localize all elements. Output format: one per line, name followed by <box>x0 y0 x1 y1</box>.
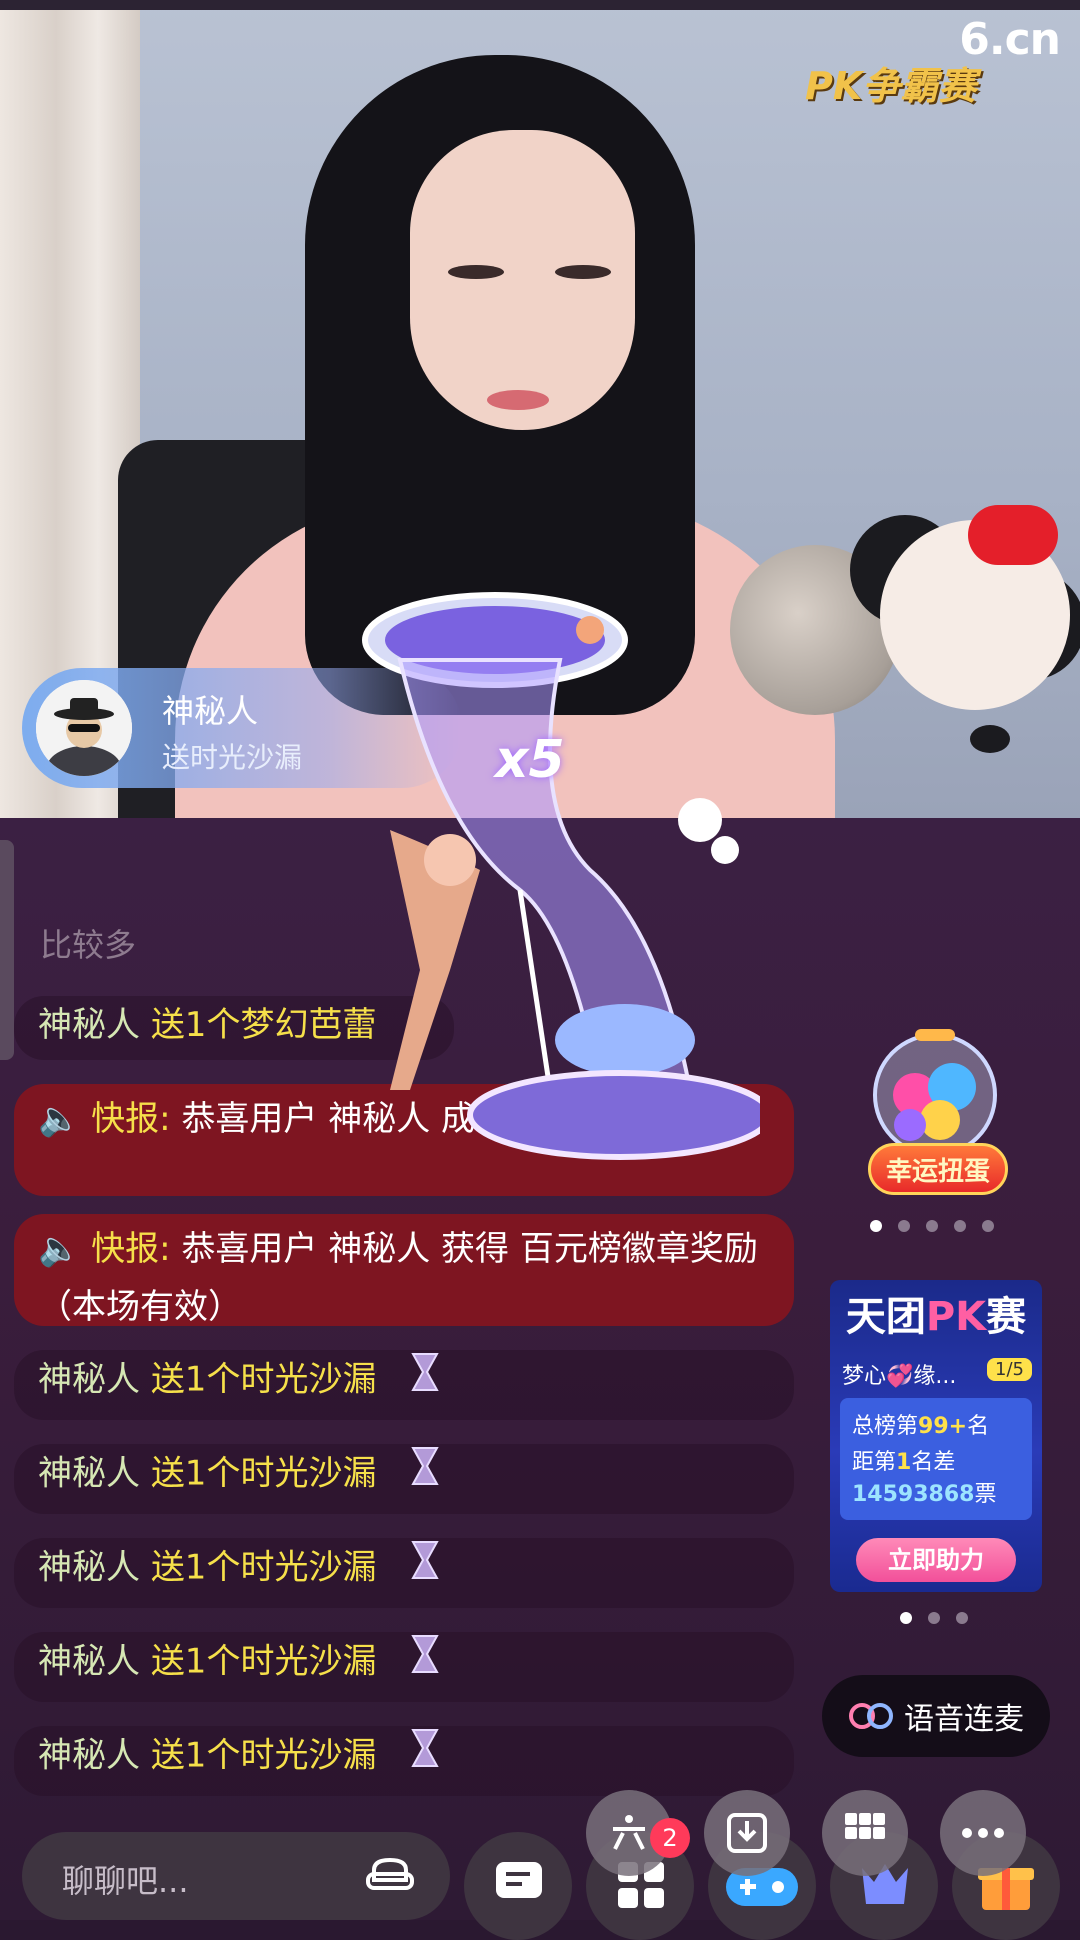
hourglass-gift-icon <box>405 1538 445 1600</box>
chat-message[interactable]: 神秘人 送1个时光沙漏 <box>14 1350 794 1420</box>
chat-input-placeholder: 聊聊吧... <box>62 1862 189 1900</box>
pager-dot <box>956 1612 968 1624</box>
pager-dot <box>898 1220 910 1232</box>
pk-votes-line: 14593868票 <box>852 1482 997 1507</box>
pk-page-indicator: 1/5 <box>987 1358 1032 1381</box>
download-button[interactable] <box>704 1790 790 1876</box>
hourglass-gift-icon <box>405 1726 445 1788</box>
news-message: 🔈 快报: 恭喜用户 神秘人 获得 百元榜徽章奖励（本场有效） <box>14 1214 794 1327</box>
streamer-face <box>410 130 635 430</box>
chat-scrollbar[interactable] <box>0 840 14 1060</box>
pk-stats: 总榜第99+名 距第1名差 14593868票 <box>840 1398 1032 1520</box>
left-eye <box>448 265 504 279</box>
chat-gift-text: 送1个时光沙漏 <box>150 1641 377 1682</box>
pk-team-name: 梦心💞缘... <box>842 1364 957 1389</box>
pk-pager-dots <box>900 1612 968 1624</box>
lucky-gacha-button[interactable]: 幸运扭蛋 <box>868 1143 1008 1195</box>
pk-gap-line: 距第1名差 <box>852 1450 956 1475</box>
chat-input[interactable]: 聊聊吧... <box>22 1832 450 1920</box>
right-eye <box>555 265 611 279</box>
grid-icon <box>845 1813 885 1839</box>
hourglass-gift-icon <box>405 1350 445 1412</box>
avatar <box>36 680 132 776</box>
pager-dot <box>870 1220 882 1232</box>
pk-card-title: 天团PK赛 <box>845 1294 1027 1340</box>
chat-message[interactable]: 神秘人 送1个时光沙漏 <box>14 1538 794 1608</box>
pk-support-button[interactable]: 立即助力 <box>856 1538 1016 1582</box>
gift-sender-name: 神秘人 <box>162 692 259 730</box>
hourglass-gift-icon <box>405 1632 445 1694</box>
gacha-pager-dots <box>870 1220 994 1232</box>
team-pk-card[interactable]: 天团PK赛 梦心💞缘... 1/5 总榜第99+名 距第1名差 14593868… <box>830 1280 1042 1592</box>
chat-gift-text: 送1个时光沙漏 <box>150 1359 377 1400</box>
more-dots-icon <box>962 1828 1004 1838</box>
chat-username[interactable]: 神秘人 <box>38 1360 140 1400</box>
chat-message[interactable]: 神秘人 送1个时光沙漏 <box>14 1726 794 1796</box>
megaphone-icon: 🔈 <box>38 1229 81 1269</box>
chat-gift-text: 送1个时光沙漏 <box>150 1453 377 1494</box>
news-label: 快报: <box>91 1099 171 1139</box>
doll-nose <box>970 725 1010 753</box>
doll-bow <box>968 505 1058 565</box>
chat-username[interactable]: 神秘人 <box>38 1642 140 1682</box>
chat-username[interactable]: 神秘人 <box>38 1454 140 1494</box>
chat-username[interactable]: 神秘人 <box>38 1005 140 1045</box>
chat-bubble-icon <box>496 1862 542 1898</box>
menu-grid-button[interactable] <box>822 1790 908 1876</box>
sofa-icon[interactable] <box>366 1854 414 1896</box>
chat-message[interactable]: 神秘人 送1个时光沙漏 <box>14 1444 794 1514</box>
status-strip <box>0 0 1080 10</box>
gift-description: 送时光沙漏 <box>162 741 303 774</box>
chat-faded-line: 比较多 <box>40 926 137 964</box>
lips <box>487 390 549 410</box>
pager-dot <box>982 1220 994 1232</box>
pager-dot <box>928 1612 940 1624</box>
pager-dot <box>954 1220 966 1232</box>
chat-gift-text: 送1个时光沙漏 <box>150 1547 377 1588</box>
voice-connect-button[interactable]: 语音连麦 <box>822 1675 1050 1757</box>
notification-badge: 2 <box>650 1818 690 1858</box>
pager-dot <box>926 1220 938 1232</box>
hourglass-gift-icon <box>405 1444 445 1506</box>
chat-username[interactable]: 神秘人 <box>38 1736 140 1776</box>
incognito-avatar-icon <box>36 680 132 776</box>
chat-bubble-button[interactable] <box>464 1832 572 1940</box>
pk-rank-line: 总榜第99+名 <box>852 1414 990 1439</box>
chat-gift-text: 送1个时光沙漏 <box>150 1735 377 1776</box>
chat-message[interactable]: 神秘人 送1个时光沙漏 <box>14 1632 794 1702</box>
hourglass-gift-animation <box>330 570 773 1210</box>
pager-dot <box>900 1612 912 1624</box>
pk-event-badge: PK争霸赛 <box>805 64 977 108</box>
more-button[interactable] <box>940 1790 1026 1876</box>
chat-username[interactable]: 神秘人 <box>38 1548 140 1588</box>
link-icon <box>849 1703 893 1729</box>
download-icon <box>727 1813 767 1853</box>
six-logo-icon <box>613 1815 645 1850</box>
voice-connect-label: 语音连麦 <box>904 1702 1024 1737</box>
megaphone-icon: 🔈 <box>38 1099 81 1139</box>
news-label: 快报: <box>91 1229 171 1269</box>
gift-combo-count: x5 <box>495 730 565 790</box>
